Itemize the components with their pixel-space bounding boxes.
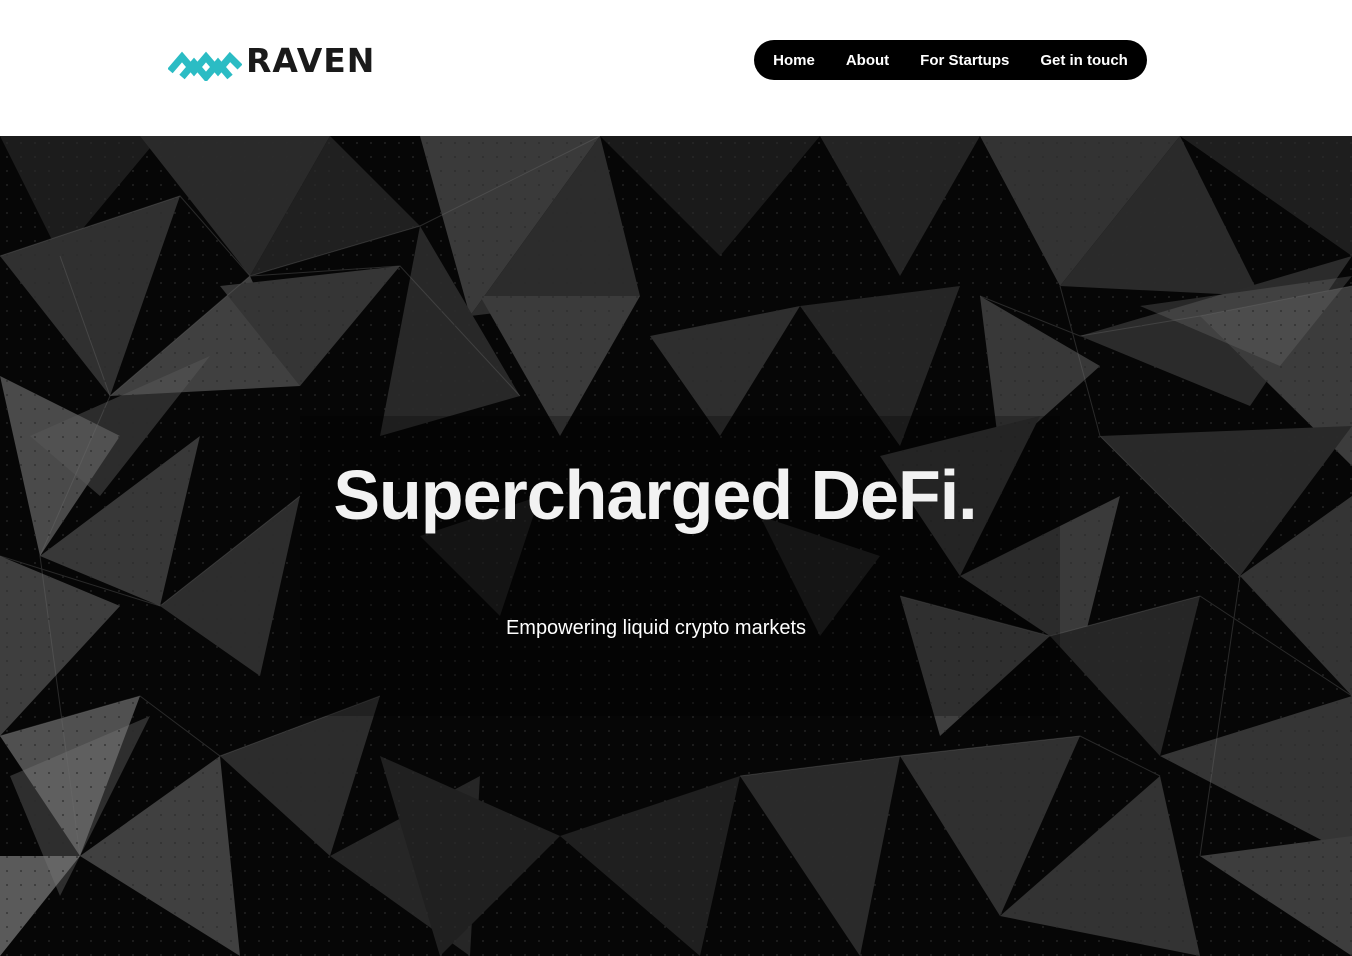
- main-nav: Home About For Startups Get in touch: [754, 40, 1147, 80]
- hero-background-pattern: [0, 136, 1352, 956]
- nav-get-in-touch-link[interactable]: Get in touch: [1040, 52, 1128, 69]
- brand-logo-link[interactable]: RAVEN: [168, 40, 375, 82]
- nav-about-link[interactable]: About: [846, 52, 889, 69]
- nav-for-startups-link[interactable]: For Startups: [920, 52, 1009, 69]
- hero-section: Supercharged DeFi. Empowering liquid cry…: [0, 136, 1352, 956]
- hero-subtitle: Empowering liquid crypto markets: [505, 617, 807, 639]
- raven-logo-icon: [168, 51, 242, 81]
- nav-home-link[interactable]: Home: [773, 52, 815, 69]
- site-header: RAVEN Home About For Startups Get in tou…: [0, 0, 1352, 136]
- hero-title: Supercharged DeFi.: [333, 456, 977, 534]
- brand-name: RAVEN: [246, 41, 376, 80]
